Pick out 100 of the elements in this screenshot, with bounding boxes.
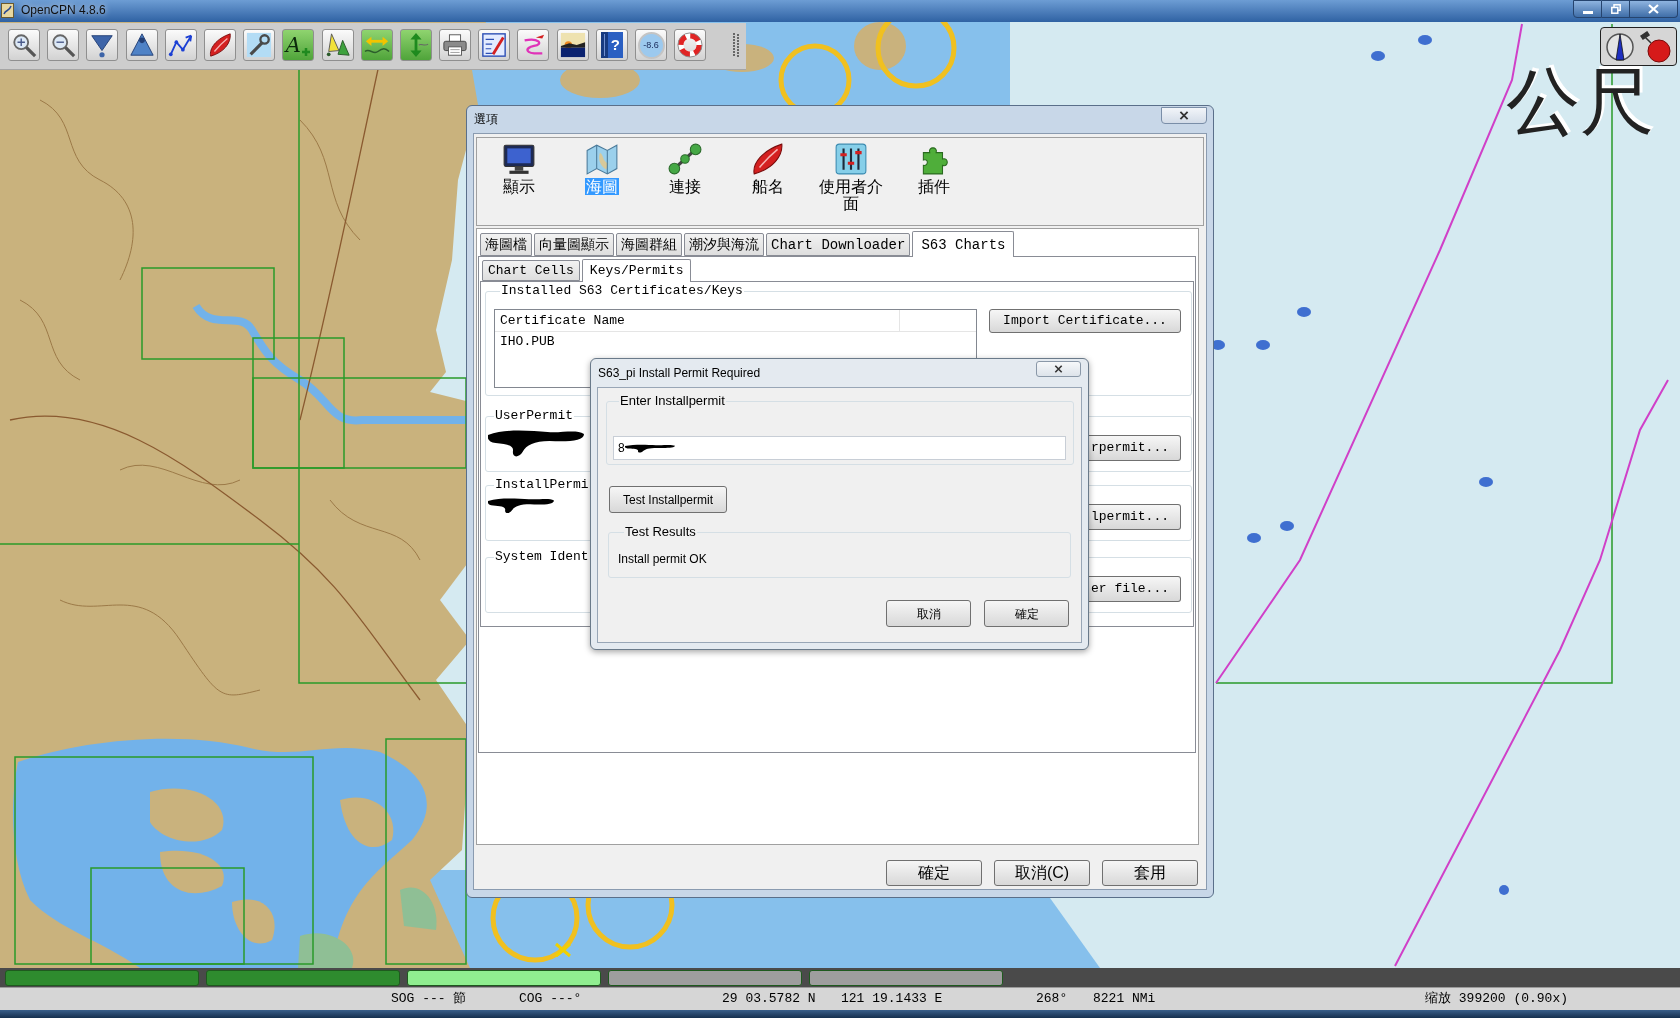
tab[interactable]: 海圖群組: [616, 233, 682, 256]
close-button[interactable]: [1630, 0, 1678, 18]
dialog-button[interactable]: 取消(C): [994, 860, 1090, 886]
sog-readout: SOG --- 節: [391, 991, 467, 1007]
group-label: UserPermit: [494, 408, 574, 424]
permit-action-button[interactable]: lpermit...: [1089, 504, 1181, 530]
dialog-button[interactable]: 取消: [886, 600, 971, 627]
chart-bar-key[interactable]: [407, 969, 601, 986]
route-manager-button[interactable]: [478, 29, 511, 61]
column-header[interactable]: Certificate Name: [495, 310, 899, 331]
wrench-icon: [246, 32, 273, 58]
sunset-icon: [559, 32, 586, 58]
restore-icon: [1610, 4, 1621, 14]
ais-targets-button[interactable]: [321, 29, 354, 61]
zoom-out-icon: [50, 32, 77, 58]
route-line-icon: [167, 32, 194, 58]
compass-icon[interactable]: [1605, 30, 1635, 63]
plus-icon: [300, 47, 311, 57]
tab[interactable]: Chart Downloader: [766, 233, 911, 256]
follow-ship-button[interactable]: [203, 29, 236, 61]
grip-icon[interactable]: [733, 33, 741, 57]
triangles-icon: [324, 32, 351, 58]
installpermit-field[interactable]: 8: [613, 436, 1066, 460]
test-installpermit-button[interactable]: Test Installpermit: [609, 486, 727, 513]
close-icon: [1054, 365, 1063, 373]
up-arrow-icon: [128, 32, 155, 58]
island: [232, 899, 275, 944]
bearing-readout: 268°: [1036, 991, 1068, 1007]
monitor-icon: [501, 142, 536, 176]
app-icon: [1, 3, 14, 18]
boat-icon: [750, 142, 785, 176]
settings-button[interactable]: [243, 29, 276, 61]
tides-button[interactable]: -8.6: [635, 29, 667, 61]
create-route-button[interactable]: [164, 29, 197, 61]
group-label: System Ident: [494, 549, 590, 565]
close-icon: [1648, 4, 1659, 14]
smaller-scale-chart-button[interactable]: [125, 29, 158, 61]
close-button[interactable]: [1036, 361, 1081, 377]
permit-action-button[interactable]: er file...: [1089, 576, 1181, 602]
tab[interactable]: 向量圖顯示: [534, 233, 614, 256]
connection-nodes-icon: [667, 142, 702, 176]
close-icon: [1179, 111, 1189, 120]
group-label: Installed S63 Certificates/Keys: [500, 283, 744, 299]
buoy-marker: [1280, 521, 1294, 531]
minimize-button[interactable]: [1573, 0, 1602, 18]
larger-scale-chart-button[interactable]: [86, 29, 119, 61]
dialog-button[interactable]: 套用: [1102, 860, 1198, 886]
display-category-button[interactable]: 顯示: [477, 138, 560, 195]
help-button[interactable]: ?: [595, 29, 628, 61]
latitude-readout: 29 03.5782 N: [722, 991, 816, 1007]
satellite-status-icon[interactable]: [1638, 30, 1672, 63]
island: [854, 22, 906, 70]
distance-readout: 8221 NMi: [1093, 991, 1156, 1007]
tidal-flat-area: [400, 887, 437, 930]
tab[interactable]: S63 Charts: [912, 231, 1015, 257]
group-label: Test Results: [624, 524, 697, 540]
list-row[interactable]: IHO.PUB: [495, 332, 976, 352]
island: [160, 850, 224, 894]
group-label: Enter Installpermit: [619, 393, 726, 409]
buoy-marker: [1479, 477, 1493, 487]
sliders-icon: [833, 142, 868, 176]
dialog-title: S63_pi Install Permit Required: [597, 365, 761, 381]
chart-text-button[interactable]: A: [282, 29, 315, 61]
plugins-category-button[interactable]: 插件: [892, 138, 975, 195]
cross-marker: [554, 942, 572, 958]
buoy-marker: [1499, 885, 1509, 895]
import-certificate-button[interactable]: Import Certificate...: [989, 309, 1181, 333]
lifebuoy-icon: [677, 32, 704, 58]
window-title: OpenCPN 4.8.6: [21, 3, 106, 18]
zoom-in-icon: [11, 32, 37, 58]
dialog-button[interactable]: 確定: [984, 600, 1069, 627]
tab[interactable]: 潮汐與海流: [684, 233, 764, 256]
ships-category-button[interactable]: 船名: [726, 138, 809, 195]
chart-bar-key[interactable]: [809, 969, 1003, 986]
chart-bar-key[interactable]: [608, 969, 802, 986]
minimize-icon: [1582, 10, 1593, 14]
chart-quilting-button[interactable]: [360, 29, 393, 61]
tracking-button[interactable]: [517, 29, 550, 61]
man-overboard-button[interactable]: [674, 29, 707, 61]
currents-button[interactable]: [399, 29, 432, 61]
close-button[interactable]: [1161, 107, 1207, 124]
book-spine-icon: [600, 32, 608, 58]
chart-map-icon: [584, 142, 619, 176]
buoy-marker: [1418, 35, 1432, 45]
tab[interactable]: 海圖檔: [480, 233, 532, 256]
dialog-title: 選項: [473, 112, 498, 127]
dialog-button[interactable]: 確定: [886, 860, 982, 886]
zoom-out-button[interactable]: [47, 29, 80, 61]
subtab[interactable]: Chart Cells: [482, 260, 580, 281]
buoy-marker: [1297, 307, 1311, 317]
zoom-in-button[interactable]: [8, 29, 40, 61]
print-button[interactable]: [439, 29, 472, 61]
color-scheme-button[interactable]: [556, 29, 589, 61]
cog-readout: COG ---°: [519, 991, 582, 1007]
restore-button[interactable]: [1602, 0, 1630, 18]
longitude-readout: 121 19.1433 E: [841, 991, 943, 1007]
user-interface-category-button[interactable]: 使用者介面: [809, 138, 892, 212]
connections-category-button[interactable]: 連接: [643, 138, 726, 195]
subtab[interactable]: Keys/Permits: [581, 259, 692, 282]
permit-action-button[interactable]: rpermit...: [1089, 435, 1181, 461]
